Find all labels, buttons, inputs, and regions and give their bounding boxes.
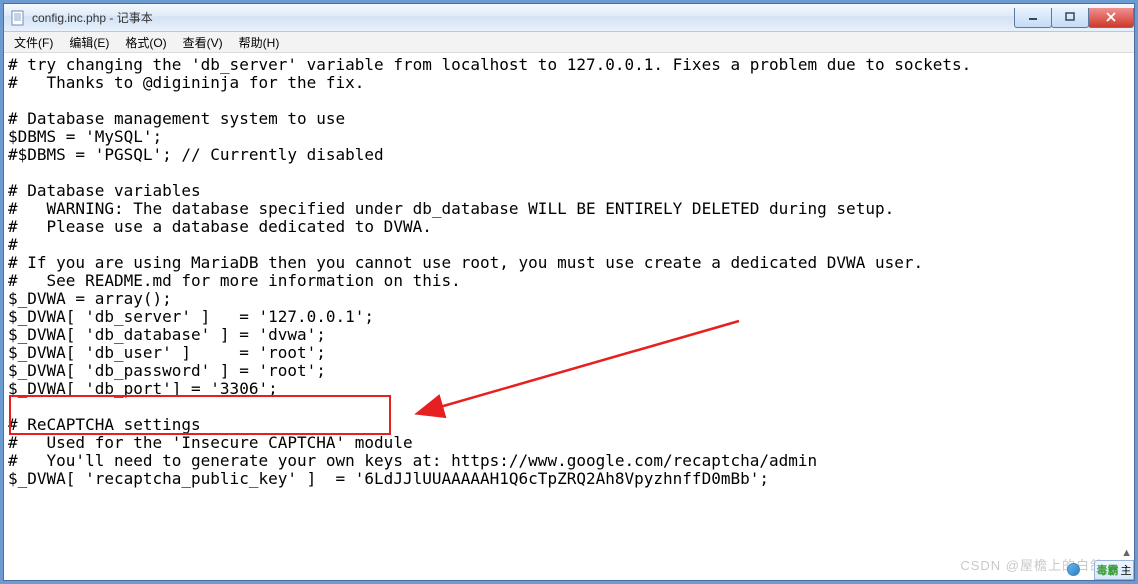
tray-arrow-icon: ▲: [1121, 547, 1132, 559]
editor-area[interactable]: # try changing the 'db_server' variable …: [4, 53, 1134, 580]
minimize-button[interactable]: [1014, 8, 1052, 28]
window-controls: [1015, 8, 1134, 28]
menu-help[interactable]: 帮助(H): [233, 32, 286, 53]
menu-format[interactable]: 格式(O): [119, 32, 172, 53]
menu-view[interactable]: 查看(V): [177, 32, 229, 53]
notepad-window: config.inc.php - 记事本 文件(F) 编辑(E) 格式(O) 查…: [3, 3, 1135, 581]
watermark-text: CSDN @屋檐上的白鸽: [960, 555, 1104, 574]
code-text[interactable]: # try changing the 'db_server' variable …: [4, 53, 1134, 488]
globe-icon: [1067, 563, 1080, 576]
poison-icon: 毒霸: [1097, 562, 1119, 578]
title-bar[interactable]: config.inc.php - 记事本: [4, 4, 1134, 32]
window-title: config.inc.php - 记事本: [32, 9, 1015, 26]
close-button[interactable]: [1088, 8, 1134, 28]
maximize-button[interactable]: [1051, 8, 1089, 28]
taskbar-peek[interactable]: 毒霸主: [1094, 560, 1134, 580]
menu-edit[interactable]: 编辑(E): [63, 32, 115, 53]
notepad-icon: [10, 10, 26, 26]
menu-file[interactable]: 文件(F): [8, 32, 59, 53]
menu-bar: 文件(F) 编辑(E) 格式(O) 查看(V) 帮助(H): [4, 32, 1134, 53]
